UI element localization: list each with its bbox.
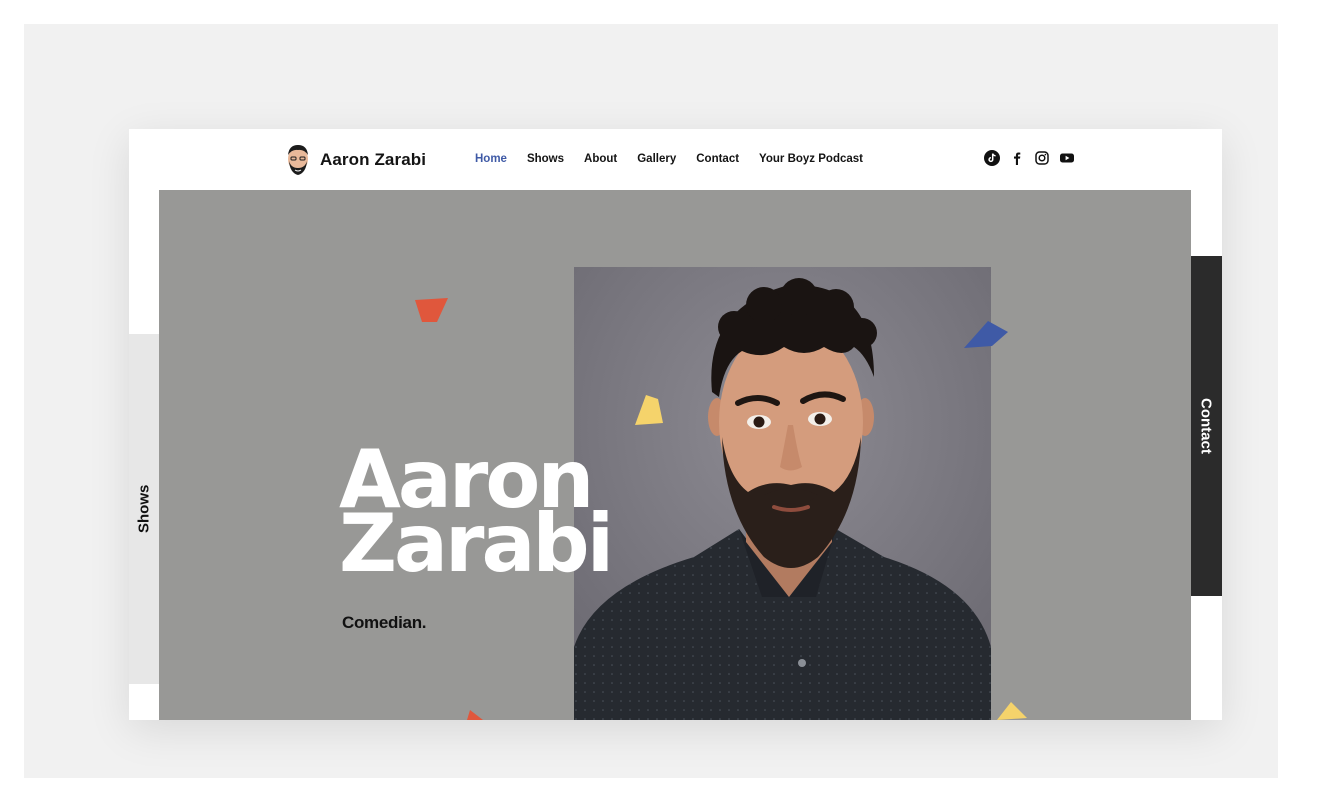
social-links: [984, 150, 1075, 166]
nav-gallery[interactable]: Gallery: [637, 153, 676, 165]
tiktok-icon[interactable]: [984, 150, 1000, 166]
shows-side-tab[interactable]: Shows: [129, 334, 159, 684]
instagram-icon[interactable]: [1034, 150, 1050, 166]
contact-side-tab-label: Contact: [1197, 398, 1215, 454]
avatar-icon: [288, 145, 308, 175]
confetti-blue-shape: [964, 321, 1008, 348]
confetti-red-shape: [415, 298, 448, 322]
hero-title: Aaron Zarabi: [339, 440, 614, 590]
nav-about[interactable]: About: [584, 153, 617, 165]
nav-home[interactable]: Home: [475, 153, 507, 165]
nav-contact[interactable]: Contact: [696, 153, 739, 165]
site-header: Aaron Zarabi Home Shows About Gallery Co…: [129, 129, 1222, 190]
hero-section: Aaron Zarabi Comedian.: [159, 190, 1191, 720]
confetti-red-small-shape: [467, 710, 483, 720]
youtube-icon[interactable]: [1059, 150, 1075, 166]
confetti-yellow-small-shape: [997, 702, 1027, 720]
main-nav: Home Shows About Gallery Contact Your Bo…: [475, 153, 863, 165]
website-preview: Aaron Zarabi Home Shows About Gallery Co…: [129, 129, 1222, 720]
portrait-photo: [574, 267, 991, 720]
page-backdrop: Aaron Zarabi Home Shows About Gallery Co…: [24, 24, 1278, 778]
nav-your-boyz-podcast[interactable]: Your Boyz Podcast: [759, 153, 863, 165]
hero-title-line2: Zarabi: [339, 497, 614, 590]
confetti-yellow-shape: [635, 395, 663, 425]
site-logo[interactable]: Aaron Zarabi: [284, 141, 426, 179]
site-name: Aaron Zarabi: [320, 150, 427, 169]
nav-shows[interactable]: Shows: [527, 153, 564, 165]
facebook-icon[interactable]: [1009, 150, 1025, 166]
shows-side-tab-label: Shows: [135, 484, 153, 534]
contact-side-tab[interactable]: Contact: [1191, 256, 1222, 596]
hero-subtitle: Comedian.: [342, 613, 427, 632]
